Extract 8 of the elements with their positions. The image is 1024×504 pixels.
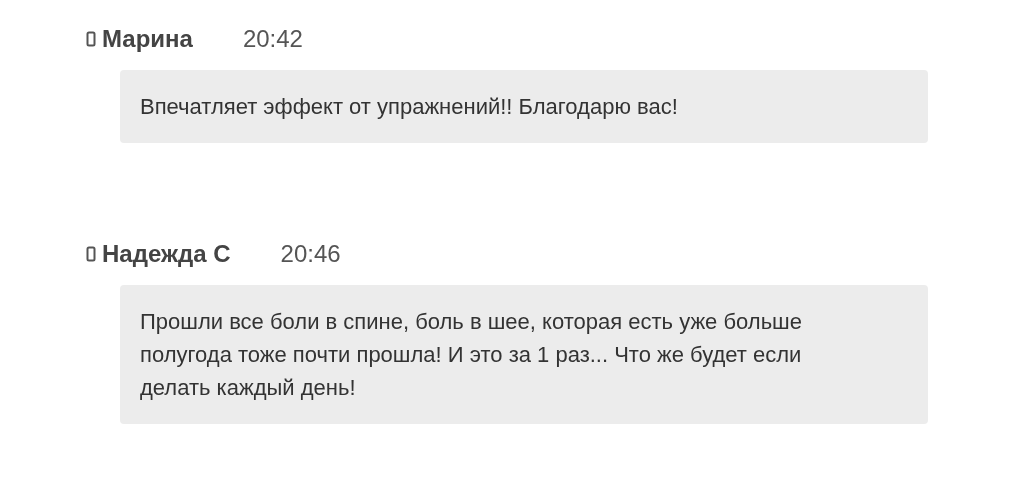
- message-text: Впечатляет эффект от упражнений!! Благодарю вас!: [140, 93, 679, 121]
- message-text: Прошли все боли в спине, боль в шее, которая есть уже больше полугода тоже почти прошла! И это за 1 раз... Что же будет если делать каждый день!: [140, 308, 803, 402]
- author-name: Марина: [102, 25, 193, 53]
- message-time: 20:42: [242, 25, 303, 53]
- message-time: 20:46: [280, 240, 341, 268]
- author-name: Надежда С: [102, 240, 231, 268]
- phone-icon: [86, 246, 96, 262]
- phone-icon: [86, 31, 96, 47]
